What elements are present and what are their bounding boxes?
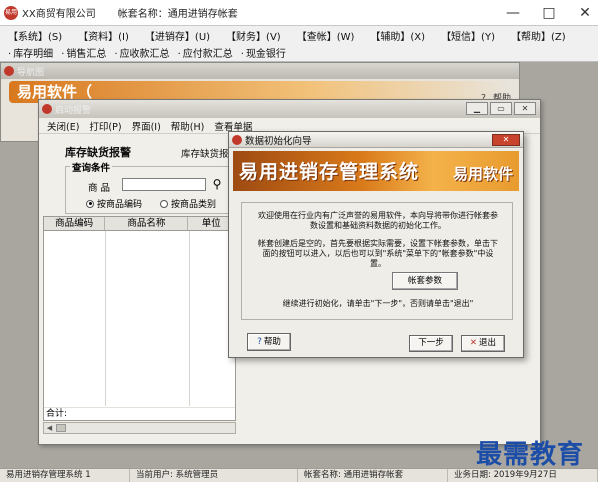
query-legend: 查询条件	[70, 160, 113, 174]
menu-system[interactable]: 【系统】(S)	[2, 28, 68, 43]
wizard-titlebar[interactable]: 数据初始化向导 ✕	[229, 132, 523, 148]
grid-line	[105, 231, 106, 406]
toolbar-payables-summary[interactable]: 应付款汇总	[174, 45, 237, 60]
radio-by-category-label: 按商品类别	[171, 200, 217, 210]
stock-menu-help[interactable]: 帮助(H)	[167, 119, 209, 133]
wizard-logo-icon	[232, 134, 242, 145]
wizard-close-icon[interactable]: ✕	[492, 134, 520, 146]
wizard-banner-brand: 易用软件	[452, 165, 513, 183]
menu-inventory[interactable]: 【进销存】(U)	[139, 28, 216, 43]
stock-menu-interface[interactable]: 界面(I)	[128, 119, 165, 133]
wizard-next-button[interactable]: 下一步	[409, 335, 453, 352]
menu-help[interactable]: 【帮助】(Z)	[505, 28, 572, 43]
stock-alert-heading-2: 库存缺货报	[181, 149, 229, 160]
menu-accounts[interactable]: 【查帐】(W)	[291, 28, 361, 43]
stock-alert-title: 启动报警	[55, 105, 92, 116]
stock-menu-print[interactable]: 打印(P)	[85, 119, 125, 133]
wizard-banner: 易用进销存管理系统 易用软件	[233, 151, 519, 191]
query-conditions-group: 查询条件 商品 ⚲ 按商品编码 按商品类别	[65, 160, 235, 214]
stock-alert-titlebar[interactable]: 启动报警 ▁ ▭ ✕	[39, 100, 540, 118]
total-label: 合计:	[46, 409, 68, 419]
stock-menu-close[interactable]: 关闭(E)	[43, 119, 83, 133]
close-icon[interactable]: ✕	[578, 4, 592, 22]
maximize-icon[interactable]: □	[542, 4, 556, 22]
scroll-left-icon[interactable]: ◀	[45, 424, 54, 432]
stock-alert-logo-icon	[42, 104, 52, 114]
stock-table-header: 商品编码 商品名称 单位	[44, 217, 235, 231]
goods-input[interactable]	[122, 178, 206, 191]
radio-by-code[interactable]	[86, 199, 94, 208]
wizard-exit-label: 退出	[479, 338, 497, 348]
watermark: 最需教育	[476, 440, 585, 470]
wizard-paragraph-params: 帐套创建后是空的，首先要根据实际需要，设置下帐套参数，单击下面的按钮可以进入，以…	[258, 239, 498, 268]
stock-maximize-icon[interactable]: ▭	[490, 102, 512, 115]
account-params-button[interactable]: 帐套参数	[392, 272, 458, 290]
radio-by-code-label: 按商品编码	[97, 200, 143, 210]
company-name: XX商贸有限公司	[22, 9, 96, 20]
search-icon[interactable]: ⚲	[210, 176, 224, 192]
wizard-title: 数据初始化向导	[245, 135, 312, 147]
menu-sms[interactable]: 【短信】(Y)	[435, 28, 501, 43]
wizard-banner-title: 易用进销存管理系统	[239, 161, 420, 183]
wizard-body: 欢迎使用在行业内有广泛声誉的易用软件，本向导将带你进行帐套参数设置和基础资料数据…	[241, 202, 513, 320]
init-wizard-dialog[interactable]: 数据初始化向导 ✕ 易用进销存管理系统 易用软件 欢迎使用在行业内有广泛声誉的易…	[228, 131, 524, 358]
col-goods-name[interactable]: 商品名称	[105, 217, 189, 230]
wizard-exit-button[interactable]: ✕ 退出	[461, 335, 505, 352]
menu-auxiliary[interactable]: 【辅助】(X)	[364, 28, 431, 43]
goods-label: 商品	[88, 183, 114, 194]
help-icon: ?	[257, 337, 262, 347]
main-titlebar: 易用 XX商贸有限公司 帐套名称：通用进销存帐套 — □ ✕	[0, 0, 598, 26]
wizard-help-button[interactable]: ? 帮助	[247, 333, 291, 351]
main-menubar: 【系统】(S) 【资料】(I) 【进销存】(U) 【财务】(V) 【查帐】(W)…	[0, 26, 598, 44]
col-goods-code[interactable]: 商品编码	[44, 217, 106, 230]
toolbar-stock-detail[interactable]: 库存明细	[4, 45, 57, 60]
stock-alert-heading: 库存缺货报警	[65, 146, 131, 159]
navigator-title: 导航图	[17, 67, 45, 78]
minimize-icon[interactable]: —	[506, 4, 520, 22]
status-current-user: 当前用户: 系统管理员	[130, 468, 298, 482]
exit-icon: ✕	[469, 338, 478, 348]
stock-minimize-icon[interactable]: ▁	[466, 102, 488, 115]
status-account-set: 帐套名称: 通用进销存帐套	[298, 468, 448, 482]
wizard-paragraph-continue: 继续进行初始化，请单击"下一步"，否则请单击"退出"	[282, 299, 474, 308]
wizard-help-label: 帮助	[263, 337, 281, 347]
wizard-paragraph-welcome: 欢迎使用在行业内有广泛声誉的易用软件，本向导将带你进行帐套参数设置和基础资料数据…	[258, 211, 498, 230]
menu-finance[interactable]: 【财务】(V)	[220, 28, 287, 43]
navigator-logo-icon	[4, 66, 14, 76]
account-set-name: 帐套名称：通用进销存帐套	[117, 9, 238, 20]
grid-line	[189, 231, 190, 406]
scrollbar-thumb[interactable]	[56, 424, 66, 432]
app-logo-icon: 易用	[4, 5, 18, 20]
status-app-name: 易用进销存管理系统 1	[0, 468, 130, 482]
menu-data[interactable]: 【资料】(I)	[72, 28, 135, 43]
grid-line	[44, 407, 235, 408]
radio-by-category[interactable]	[160, 199, 168, 208]
toolbar-receivables-summary[interactable]: 应收款汇总	[110, 45, 173, 60]
navigator-titlebar[interactable]: 导航图	[1, 63, 519, 79]
stock-table[interactable]: 商品编码 商品名称 单位 合计:	[43, 216, 236, 421]
toolbar-cash-bank[interactable]: 现金银行	[237, 45, 290, 60]
main-toolbar: 库存明细 销售汇总 应收款汇总 应付款汇总 现金银行	[0, 44, 598, 62]
stock-close-icon[interactable]: ✕	[514, 102, 536, 115]
toolbar-sales-summary[interactable]: 销售汇总	[57, 45, 110, 60]
stock-horizontal-scrollbar[interactable]: ◀	[43, 422, 236, 434]
